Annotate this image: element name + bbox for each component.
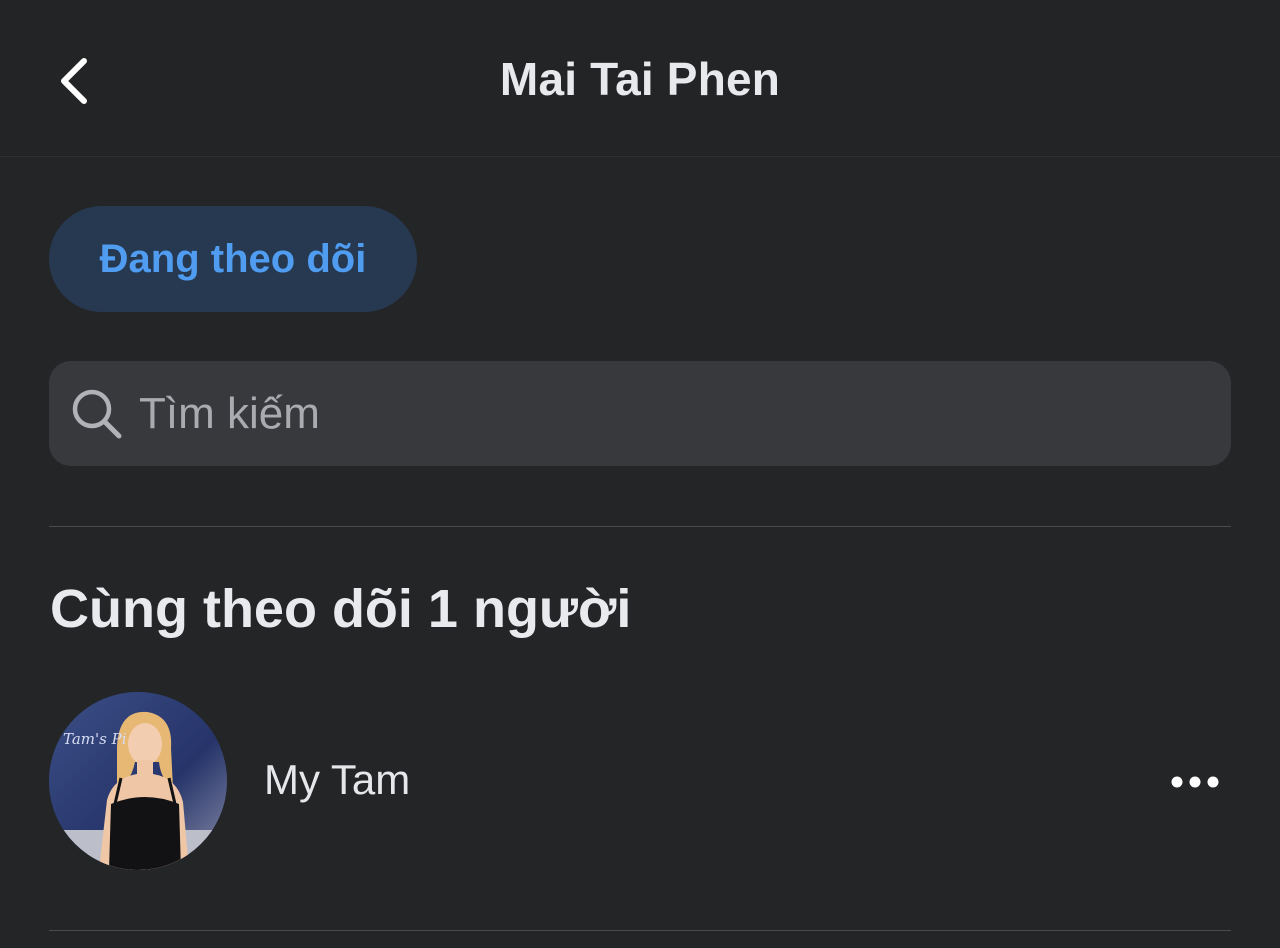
person-name: My Tam	[264, 756, 411, 803]
page-title: Mai Tai Phen	[499, 53, 781, 105]
avatar-logo-text: Tam's Pi	[63, 730, 127, 748]
more-options-button[interactable]	[1165, 760, 1225, 804]
header-bar: Mai Tai Phen	[0, 0, 1280, 157]
following-filter-chip[interactable]: Đang theo dõi	[49, 206, 417, 312]
more-horizontal-icon	[1171, 776, 1219, 788]
list-item[interactable]: Tam's Pi My Tam	[49, 692, 1231, 870]
following-filter-label: Đang theo dõi	[99, 236, 367, 281]
divider	[49, 526, 1231, 527]
section-title: Cùng theo dõi 1 người	[50, 579, 632, 639]
search-input[interactable]	[139, 388, 1139, 439]
screen: Mai Tai Phen Đang theo dõi Cùng theo dõi…	[0, 0, 1280, 948]
search-bar[interactable]	[49, 361, 1231, 466]
avatar[interactable]: Tam's Pi	[49, 692, 227, 870]
divider	[49, 930, 1231, 931]
search-icon	[69, 386, 125, 442]
